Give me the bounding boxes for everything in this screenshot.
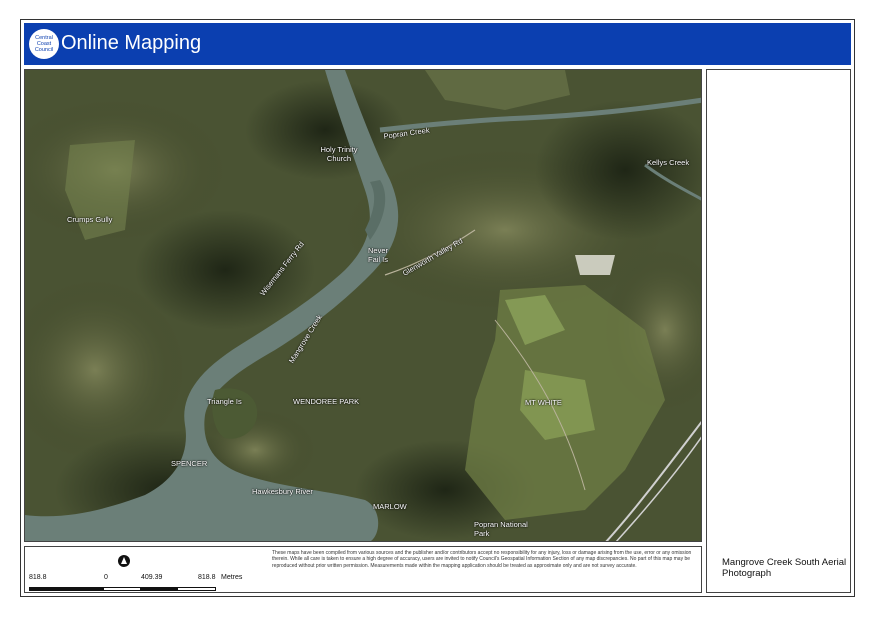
map-label-marlow: MARLOW [373, 502, 407, 511]
disclaimer-text: These maps have been compiled from vario… [272, 550, 692, 569]
header-bar: Central Coast Council Online Mapping [24, 23, 851, 65]
map-title: Mangrove Creek South Aerial Photograph [722, 557, 847, 579]
map-label-spencer: SPENCER [171, 459, 208, 468]
aerial-map[interactable]: Holy Trinity Church Popran Creek Kellys … [24, 69, 702, 542]
app-title: Online Mapping [61, 32, 202, 54]
map-label-hawkesbury-river: Hawkesbury River [252, 487, 313, 496]
map-label-popran-national-park: Popran National Park [474, 520, 528, 538]
map-label-mt-white: MT WHITE [525, 398, 562, 407]
scale-bar [29, 587, 216, 591]
scale-tick-mid: 409.39 [141, 574, 163, 581]
map-label-holy-trinity-church: Holy Trinity Church [320, 145, 358, 163]
logo-text: Central Coast Council [34, 35, 54, 53]
north-arrow-icon [118, 555, 130, 567]
council-logo: Central Coast Council [29, 29, 59, 59]
scale-tick-zero: 0 [104, 574, 108, 581]
map-label-kellys-creek: Kellys Creek [647, 158, 690, 167]
scale-unit: Metres [221, 574, 243, 581]
scale-tick-right: 818.8 [198, 574, 216, 581]
scale-tick-left: 818.8 [29, 574, 47, 581]
map-label-triangle-is: Triangle Is [207, 397, 242, 406]
map-label-wendoree-park: WENDOREE PARK [293, 397, 360, 406]
map-label-never-fail-is: Never Fail Is [368, 246, 389, 264]
aerial-imagery [25, 70, 701, 541]
legend-panel: 818.8 0 409.39 818.8 Metres These maps h… [24, 546, 702, 593]
side-panel: Mangrove Creek South Aerial Photograph [706, 69, 851, 593]
map-label-crumps-gully: Crumps Gully [67, 215, 113, 224]
